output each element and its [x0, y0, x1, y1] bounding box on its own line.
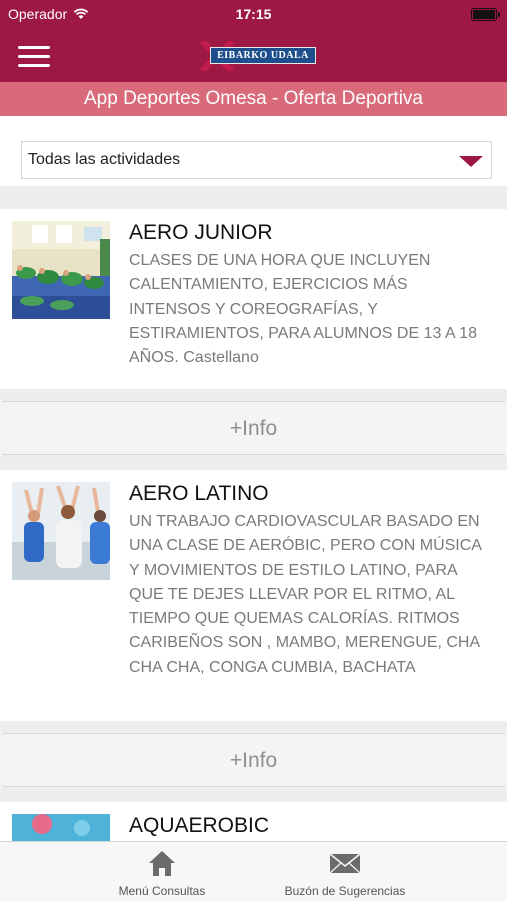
divider: [0, 721, 507, 733]
activity-filter-value: Todas las actividades: [28, 151, 181, 168]
status-bar: Operador 17:15: [0, 0, 507, 30]
filter-bar: Todas las actividades: [0, 116, 507, 186]
activity-title: AERO LATINO: [129, 482, 269, 505]
battery-icon: [471, 8, 500, 21]
more-info-button[interactable]: +Info: [0, 401, 507, 455]
activity-description: CLASES DE UNA HORA QUE INCLUYEN CALENTAM…: [129, 252, 477, 367]
logo-text: EIBARKO UDALA: [210, 47, 316, 64]
logo: EIBARKO UDALA: [198, 41, 316, 71]
home-icon: [149, 851, 175, 876]
divider: [0, 389, 507, 401]
clock: 17:15: [235, 6, 272, 22]
divider: [0, 455, 507, 470]
activity-card: AERO JUNIOR CLASES DE UNA HORA QUE INCLU…: [0, 209, 507, 389]
hamburger-menu-icon[interactable]: [18, 44, 50, 70]
activity-image: [12, 814, 110, 841]
tab-label: Buzón de Sugerencias: [284, 884, 406, 898]
activity-title: AERO JUNIOR: [129, 221, 273, 244]
activity-description: UN TRABAJO CARDIOVASCULAR BASADO EN UNA …: [129, 513, 482, 676]
activity-title: AQUAEROBIC: [129, 814, 270, 837]
more-info-button[interactable]: +Info: [0, 733, 507, 787]
activity-image: [12, 221, 110, 319]
tab-menu-consultas[interactable]: Menú Consultas: [72, 848, 252, 898]
activity-card: AERO LATINO UN TRABAJO CARDIOVASCULAR BA…: [0, 470, 507, 721]
divider: [0, 787, 507, 802]
activity-image: [12, 482, 110, 580]
mail-icon: [329, 853, 361, 874]
activity-filter-select[interactable]: Todas las actividades: [21, 141, 492, 179]
page-title: App Deportes Omesa - Oferta Deportiva: [0, 82, 507, 116]
tab-buzon-sugerencias[interactable]: Buzón de Sugerencias: [255, 848, 435, 898]
divider: [0, 186, 507, 209]
dropdown-arrow-icon: [459, 156, 483, 167]
nav-bar: EIBARKO UDALA: [0, 30, 507, 82]
tab-bar: Menú Consultas Buzón de Sugerencias: [0, 841, 507, 901]
tab-label: Menú Consultas: [118, 884, 206, 898]
activity-card: AQUAEROBIC: [0, 802, 507, 841]
